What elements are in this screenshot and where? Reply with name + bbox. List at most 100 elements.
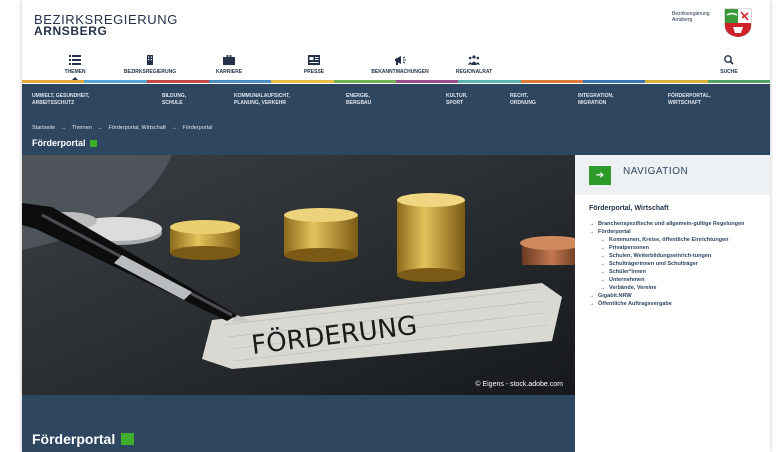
nav-label: SUCHE <box>720 69 738 75</box>
topic-line1: RECHT, <box>510 93 529 99</box>
side-navigation: ➔ NAVIGATION Förderportal, Wirtschaft → B… <box>575 155 770 452</box>
color-strip-segment <box>707 80 770 83</box>
breadcrumb-arrow-icon: → <box>97 125 103 131</box>
topic-recht[interactable]: RECHT, ORDNUNG <box>510 93 536 107</box>
sidebar-link-text: Kommunen, Kreise, öffentliche Einrichtun… <box>609 237 729 243</box>
coin-stack-middle <box>284 208 358 262</box>
topic-line1: INTEGRATION, <box>578 93 614 99</box>
sidebar-link-text: Branchenspezifische und allgemein-gültig… <box>598 221 745 227</box>
sidebar-link-text: Gigabit.NRW <box>598 293 632 299</box>
sidebar-link-text: Öffentliche Auftragsvergabe <box>598 301 672 307</box>
arrow-right-icon: → <box>600 253 606 259</box>
hero-image: FÖRDERUNG © Eigens - stock.adobe.com <box>22 155 575 395</box>
arrow-right-icon: ➔ <box>595 170 605 181</box>
navigation-label: NAVIGATION <box>623 166 689 177</box>
copper-coins <box>520 236 575 265</box>
arrow-right-icon: → <box>589 301 595 307</box>
briefcase-icon <box>223 55 235 65</box>
nav-label: PRESSE <box>303 69 325 75</box>
topic-line2: MIGRATION <box>578 100 607 106</box>
nav-bekanntmachungen[interactable]: BEKANNTMACHUNGEN <box>364 48 436 80</box>
bottom-title-band: Förderportal <box>22 395 575 452</box>
arrow-right-icon: → <box>600 261 606 267</box>
nav-label: KARRIERE <box>215 69 243 75</box>
topic-energie[interactable]: ENERGIE, BERGBAU <box>346 93 371 107</box>
topic-kultur[interactable]: KULTUR, SPORT <box>446 93 468 107</box>
green-square-icon <box>89 140 97 147</box>
breadcrumb-item-current: Förderportal <box>182 125 213 131</box>
color-strip-segment <box>333 80 396 83</box>
topic-line2: ORDNUNG <box>510 100 536 106</box>
color-strip-segment <box>271 80 334 83</box>
breadcrumb-item[interactable]: Themen <box>72 125 92 131</box>
nav-label: BEKANNTMACHUNGEN <box>371 69 429 75</box>
topic-line1: UMWELT, GESUNDHEIT, <box>32 93 90 99</box>
sidebar-link-text: Schüler*innen <box>609 269 646 275</box>
nav-presse[interactable]: PRESSE <box>294 48 334 80</box>
color-strip-segment <box>84 80 147 83</box>
nav-themen[interactable]: THEMEN <box>50 48 100 81</box>
sidebar-link[interactable]: → Branchenspezifische und allgemein-gülti… <box>589 221 767 228</box>
sidebar-link-text: Verbände, Vereine <box>609 285 657 291</box>
sidebar-link-text: Schulträgerinnen und Schulträger <box>609 261 698 267</box>
sidebar-link[interactable]: → Schulträgerinnen und Schulträger <box>589 261 767 268</box>
crest-caption: Bezirksregierung Arnsberg <box>672 11 718 23</box>
page-title-text: Förderportal <box>32 138 86 148</box>
topic-line2: BERGBAU <box>346 100 372 106</box>
page-title: Förderportal <box>32 138 97 148</box>
sidebar-link-text: Privatpersonen <box>609 245 650 251</box>
topic-umwelt[interactable]: UMWELT, GESUNDHEIT, ARBEITSSCHUTZ <box>32 93 89 107</box>
topic-line1: FÖRDERPORTAL, <box>668 93 711 99</box>
image-credit: © Eigens - stock.adobe.com <box>475 381 563 388</box>
color-strip-segment <box>395 80 459 83</box>
topic-kommunalaufsicht[interactable]: KOMMUNALAUFSICHT, PLANUNG, VERKEHR <box>234 93 290 107</box>
sidebar-link[interactable]: → Verbände, Vereine <box>589 285 767 292</box>
nav-bezirksregierung[interactable]: BEZIRKSREGIERUNG <box>118 48 182 80</box>
topic-line2: SPORT <box>446 100 464 106</box>
nav-suche[interactable]: SUCHE <box>712 48 746 80</box>
topic-line1: ENERGIE, <box>346 93 370 99</box>
navigation-arrow-button[interactable]: ➔ <box>589 166 611 185</box>
arrow-right-icon: → <box>600 237 606 243</box>
topic-integration[interactable]: INTEGRATION, MIGRATION <box>578 93 613 107</box>
megaphone-icon <box>395 56 406 65</box>
sidebar-link[interactable]: → Schüler*innen <box>589 269 767 276</box>
color-strip-segment <box>582 80 646 83</box>
topic-foerderportal[interactable]: FÖRDERPORTAL, WIRTSCHAFT <box>668 93 711 107</box>
color-strip-segment <box>520 80 583 83</box>
sidebar-link[interactable]: → Öffentliche Auftragsvergabe <box>589 301 767 308</box>
sidebar-link[interactable]: → Unternehmen <box>589 277 767 284</box>
sidebar-link[interactable]: → Schulen, Weiterbildungseinrich-tungen <box>589 253 767 260</box>
sidebar-link[interactable]: → Förderportal <box>589 229 767 236</box>
sidebar-link[interactable]: → Gigabit.NRW <box>589 293 767 300</box>
topic-line2: PLANUNG, VERKEHR <box>234 100 286 106</box>
breadcrumb-band: Startseite → Themen → Förderportal, Wirt… <box>22 117 770 155</box>
nav-regionalrat[interactable]: REGIONALRAT <box>448 48 500 80</box>
color-strip-segment <box>22 80 85 83</box>
org-name-line2[interactable]: ARNSBERG <box>34 24 107 38</box>
sidebar-link-text: Schulen, Weiterbildungseinrich-tungen <box>609 253 712 259</box>
green-square-icon <box>121 433 135 445</box>
sidebar-link[interactable]: → Kommunen, Kreise, öffentliche Einrichtu… <box>589 237 767 244</box>
sidebar-section-title[interactable]: Förderportal, Wirtschaft <box>589 205 669 212</box>
section-heading-text: Förderportal <box>32 431 116 447</box>
search-icon <box>724 55 734 65</box>
browser-page: BEZIRKSREGIERUNG ARNSBERG Bezirksregieru… <box>22 0 770 452</box>
nrw-crest-icon[interactable] <box>724 8 752 38</box>
newspaper-icon <box>308 55 320 65</box>
people-icon <box>468 55 480 65</box>
crest-caption-line2: Arnsberg <box>672 17 693 23</box>
nav-karriere[interactable]: KARRIERE <box>208 48 250 80</box>
arrow-right-icon: → <box>600 285 606 291</box>
sidebar-link-text: Förderportal <box>598 229 631 235</box>
breadcrumb-item[interactable]: Startseite <box>32 125 55 131</box>
topic-bildung[interactable]: BILDUNG, SCHULE <box>162 93 186 107</box>
list-icon <box>69 55 81 65</box>
sidebar-link[interactable]: → Privatpersonen <box>589 245 767 252</box>
color-strip-segment <box>458 80 521 83</box>
topic-line2: ARBEITSSCHUTZ <box>32 100 75 106</box>
site-header: BEZIRKSREGIERUNG ARNSBERG Bezirksregieru… <box>22 0 770 48</box>
arrow-right-icon: → <box>600 269 606 275</box>
sidebar-link-text: Unternehmen <box>609 277 645 283</box>
breadcrumb-item[interactable]: Förderportal, Wirtschaft <box>108 125 165 131</box>
